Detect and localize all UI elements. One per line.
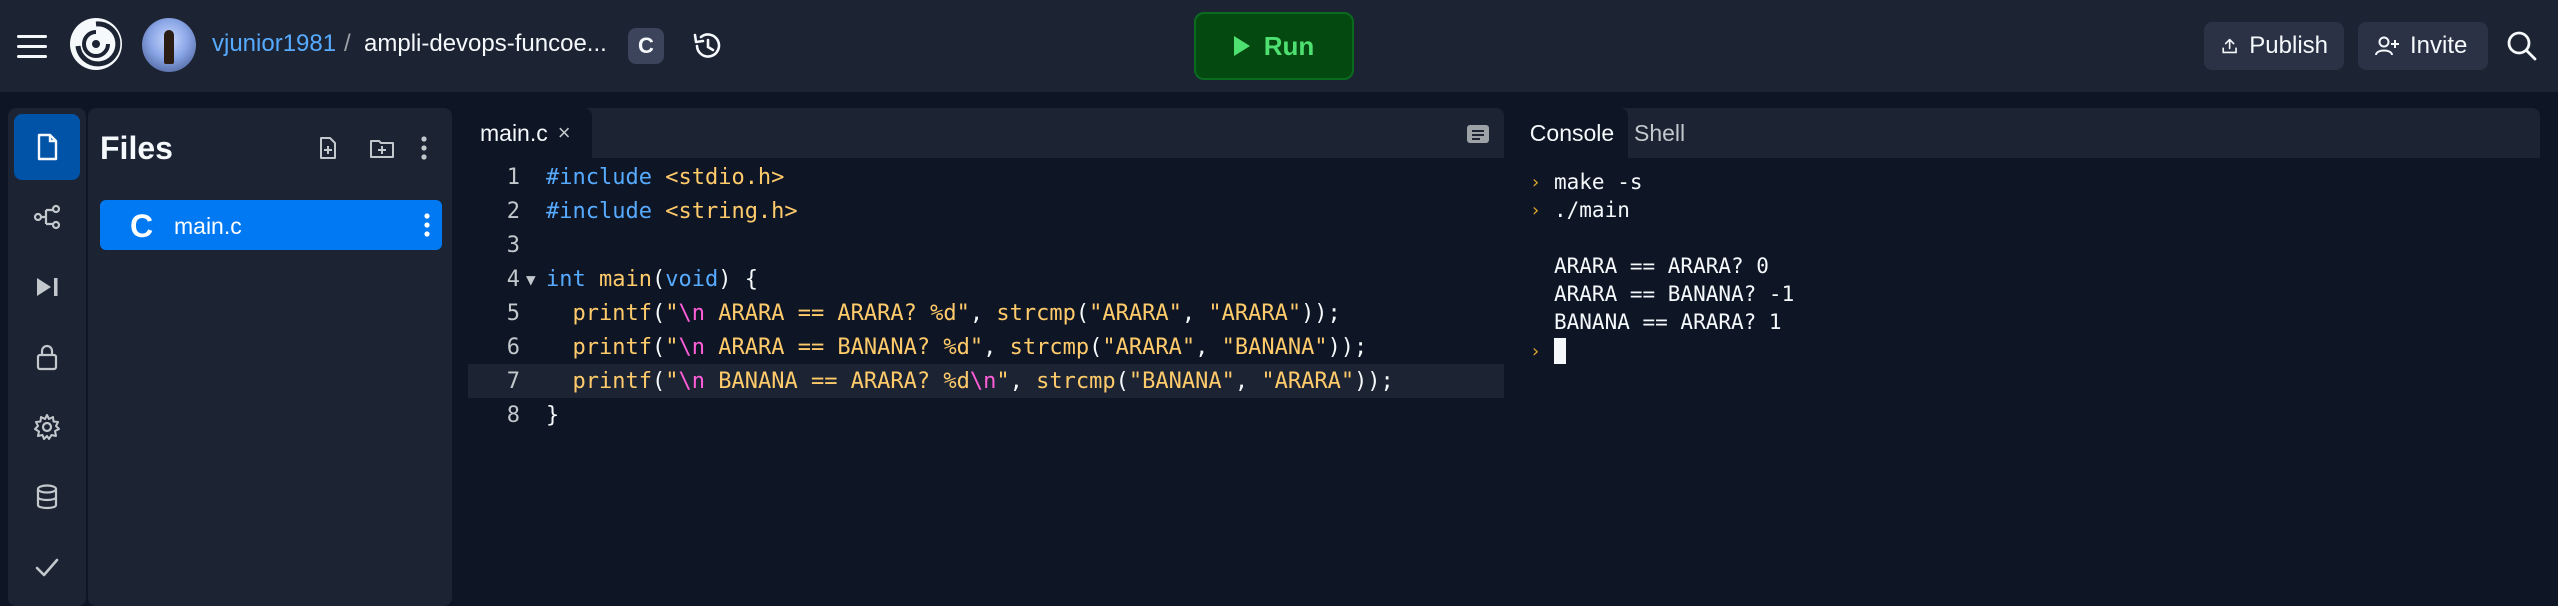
- files-icon[interactable]: [14, 114, 80, 180]
- console-prompt: ›: [1530, 338, 1566, 364]
- console-pane: Console Shell › make -s › ./main ARARA =…: [1516, 108, 2540, 606]
- git-icon[interactable]: [14, 184, 80, 250]
- file-name: main.c: [174, 213, 242, 239]
- file-menu-icon[interactable]: [422, 212, 432, 238]
- invite-label: Invite: [2410, 32, 2468, 59]
- prompt-icon: ›: [1530, 340, 1541, 362]
- run-label: Run: [1263, 30, 1315, 61]
- console-output[interactable]: › make -s › ./main ARARA == ARARA? 0 ARA…: [1516, 158, 2540, 606]
- tab-shell[interactable]: Shell: [1634, 108, 1685, 158]
- console-tabbar: Console Shell: [1516, 108, 2540, 158]
- tab-label: main.c: [480, 119, 548, 146]
- code-line: 1 #include <stdio.h>: [506, 164, 785, 190]
- code-line: 8 }: [506, 402, 560, 428]
- fold-arrow-icon[interactable]: ▼: [526, 270, 536, 289]
- new-folder-icon[interactable]: [364, 130, 400, 166]
- layout-icon[interactable]: [1464, 120, 1492, 148]
- publish-label: Publish: [2249, 32, 2328, 59]
- sidebar-rail: [8, 108, 86, 606]
- code-line: 6 printf("\n ARARA == BANANA? %d", strcm…: [506, 334, 1368, 360]
- code-line-current: 7 printf("\n BANANA == ARARA? %d\n", str…: [468, 364, 1504, 398]
- database-icon[interactable]: [14, 464, 80, 530]
- console-output-line: ARARA == ARARA? 0: [1554, 254, 1769, 278]
- top-bar: vjunior1981 / ampli-devops-funcoe... C R…: [0, 0, 2558, 92]
- code-line: 2 #include <string.h>: [506, 198, 798, 224]
- search-icon[interactable]: [2500, 24, 2544, 68]
- c-file-icon: C: [130, 208, 154, 244]
- secrets-icon[interactable]: [14, 324, 80, 390]
- file-item-main-c[interactable]: C main.c: [100, 200, 442, 250]
- breadcrumb-separator: /: [344, 30, 351, 57]
- tab-console[interactable]: Console: [1516, 108, 1628, 158]
- prompt-icon: ›: [1530, 199, 1541, 221]
- prompt-icon: ›: [1530, 171, 1541, 193]
- editor-tabbar: main.c ×: [468, 108, 1504, 158]
- play-icon: [1233, 36, 1250, 56]
- code-editor[interactable]: 1 #include <stdio.h> 2 #include <string.…: [468, 158, 1504, 606]
- debugger-icon[interactable]: [14, 254, 80, 320]
- console-command: › ./main: [1530, 198, 1630, 222]
- code-line: 4 ▼ int main(void) {: [506, 266, 758, 292]
- upload-icon: [2222, 38, 2237, 54]
- username-link[interactable]: vjunior1981: [212, 30, 336, 58]
- console-output-line: BANANA == ARARA? 1: [1554, 310, 1782, 334]
- new-file-icon[interactable]: [310, 130, 346, 166]
- tab-main-c[interactable]: main.c ×: [468, 108, 592, 158]
- code-line: 3: [506, 232, 520, 258]
- avatar[interactable]: [142, 18, 196, 72]
- publish-button[interactable]: Publish: [2204, 22, 2344, 70]
- text-cursor: [1554, 338, 1566, 364]
- console-command: › make -s: [1530, 170, 1643, 194]
- files-menu-icon[interactable]: [406, 130, 442, 166]
- code-line: 5 printf("\n ARARA == ARARA? %d", strcmp…: [506, 300, 1341, 326]
- settings-icon[interactable]: [14, 394, 80, 460]
- files-title: Files: [100, 130, 173, 166]
- add-user-icon: [2375, 36, 2399, 56]
- invite-button[interactable]: Invite: [2358, 22, 2488, 70]
- checks-icon[interactable]: [14, 534, 80, 600]
- language-badge[interactable]: C: [628, 28, 664, 64]
- history-icon[interactable]: [688, 26, 728, 66]
- close-icon[interactable]: ×: [558, 120, 571, 146]
- menu-icon[interactable]: [12, 26, 52, 66]
- repl-name[interactable]: ampli-devops-funcoe...: [364, 30, 607, 58]
- console-output-line: ARARA == BANANA? -1: [1554, 282, 1795, 306]
- editor-pane: main.c × 1 #include <stdio.h> 2 #include…: [468, 108, 1504, 606]
- replit-logo-icon[interactable]: [68, 16, 124, 72]
- run-button[interactable]: Run: [1194, 12, 1354, 80]
- files-panel: Files C main.c: [88, 108, 452, 606]
